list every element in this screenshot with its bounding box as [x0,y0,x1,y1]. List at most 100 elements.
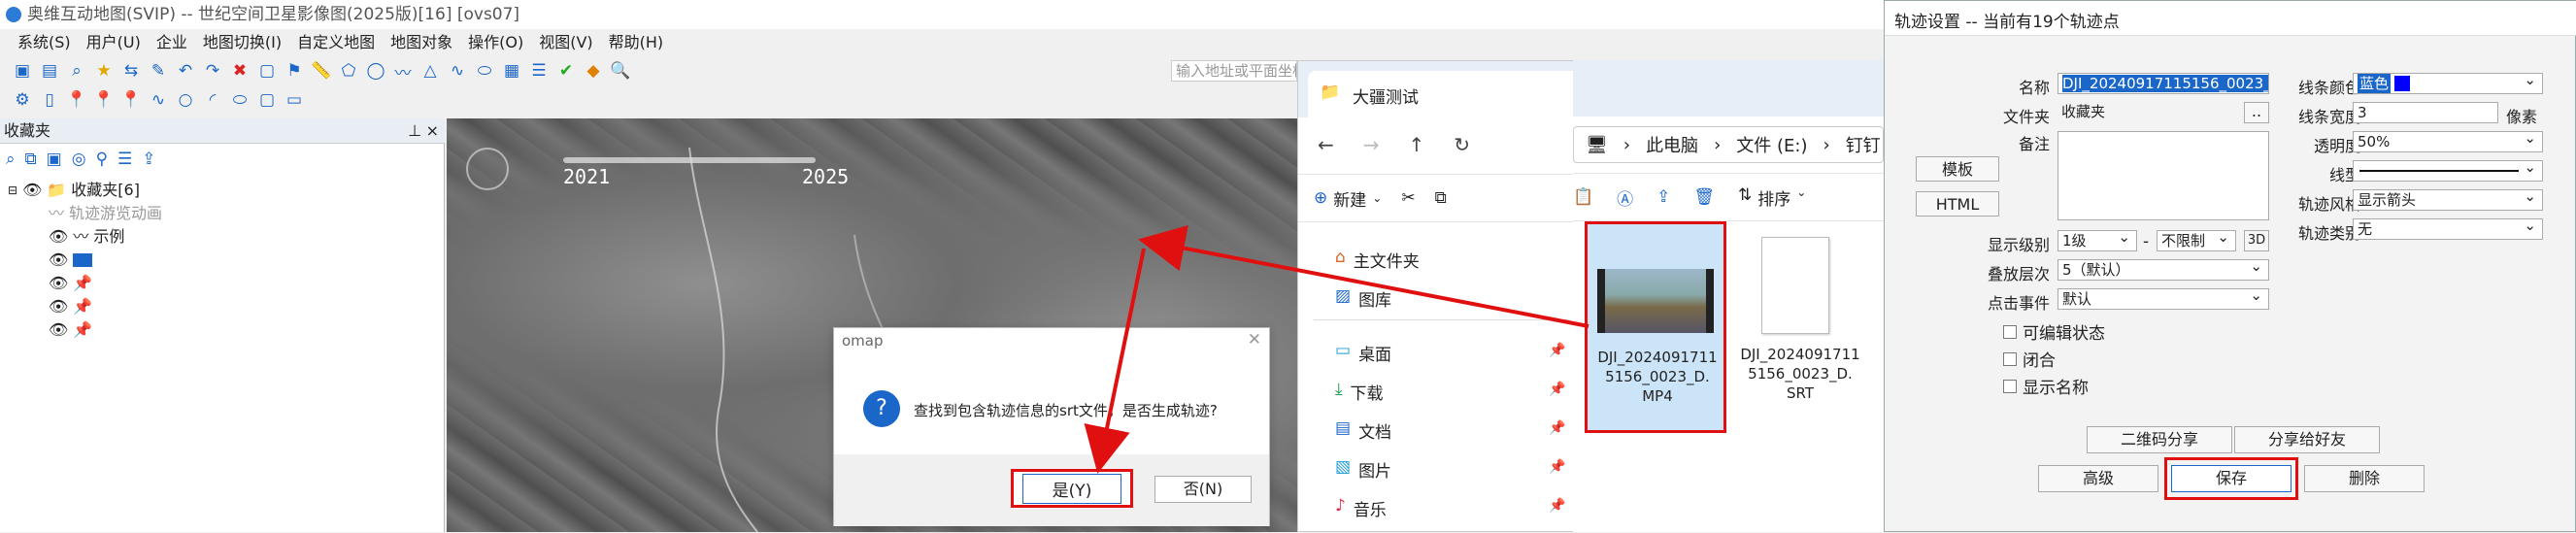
html-button[interactable]: HTML [1916,191,1999,217]
pin-red-icon[interactable]: 📍 [66,89,87,111]
star-icon[interactable]: ★ [93,60,115,82]
circle-tool-icon[interactable]: ○ [175,89,196,111]
explorer-tab[interactable]: 📁 大疆测试 ✕ [1308,71,1599,117]
pin-green-icon[interactable]: 📍 [93,89,115,111]
save-icon[interactable]: ▤ [39,60,60,82]
triangle-icon[interactable]: △ [419,60,441,82]
tree-item[interactable]: 👁 〰 示例 [8,225,162,249]
yes-button[interactable]: 是(Y) [1011,469,1133,508]
share-icon[interactable]: ⇆ [120,60,142,82]
rect-icon[interactable]: ▭ [284,89,305,111]
search-input[interactable]: 输入地址或平面坐标 [1171,60,1297,82]
sort-button[interactable]: ⇅ 排序 ⌄ [1738,185,1806,210]
open-icon[interactable]: ▣ [12,60,33,82]
address-bar[interactable]: 🖥 › 此电脑 › 文件 (E:) › 钉钉 [1573,126,1884,163]
delete-icon[interactable]: ✖ [229,60,251,82]
showname-checkbox[interactable]: 显示名称 [2003,374,2089,398]
alpha-select[interactable]: 50% [2353,128,2543,152]
redo-icon[interactable]: ↷ [202,60,223,82]
line-icon[interactable]: 〰 [392,60,414,83]
collapse-icon[interactable]: ⊟ [8,179,17,202]
folder-field[interactable]: 收藏夹 [2057,102,2240,123]
target-icon[interactable]: ◎ [72,150,86,169]
file-item-mp4[interactable]: DJI_2024091711 5156_0023_D. MP4 [1585,221,1726,433]
layers-icon[interactable]: ▦ [501,60,522,82]
list-icon[interactable]: ☰ [528,60,550,82]
delete-icon[interactable]: 🗑 [1693,187,1715,207]
menu-map-switch[interactable]: 地图切换(I) [199,29,285,56]
folder-add-icon[interactable]: ▣ [47,150,62,169]
rename-icon[interactable]: Ⓐ [1617,185,1633,210]
click-select[interactable]: 默认 [2057,285,2269,310]
menu-map-object[interactable]: 地图对象 [386,29,456,56]
eye-icon[interactable]: 👁 [49,318,68,342]
copy-icon[interactable]: ⧉ [25,150,37,169]
folder-browse-button[interactable]: .. [2244,102,2269,123]
tree-item[interactable]: 👁 📌 [8,272,162,295]
tree-item[interactable]: 〰 轨迹游览动画 [8,202,162,225]
tree-item[interactable]: 👁 📌 [8,295,162,318]
polyline-icon[interactable]: ∿ [148,89,169,111]
tree-item[interactable]: 👁 📌 [8,318,162,342]
style-select[interactable]: 显示箭头 [2353,186,2543,211]
file-item-srt[interactable]: DJI_2024091711 5156_0023_D. SRT [1732,233,1878,427]
editable-checkbox[interactable]: 可编辑状态 [2003,319,2105,344]
breadcrumb-drive[interactable]: 文件 (E:) [1736,132,1807,157]
3d-button[interactable]: 3D [2244,230,2269,251]
breadcrumb-folder[interactable]: 钉钉 [1846,132,1881,157]
name-field[interactable]: DJI_20240917115156_0023_D [2057,73,2269,94]
find-icon[interactable]: 🔍 [610,60,631,82]
forward-icon[interactable]: → [1363,133,1380,156]
arc-icon[interactable]: ◜ [202,89,223,111]
pin-panel-icon[interactable]: ⊥ [408,118,421,144]
nav-item-home[interactable]: ⌂ 主文件夹 [1335,248,1420,272]
eye-icon[interactable]: 👁 [49,225,68,249]
save-button-highlight[interactable]: 保存 [2164,457,2298,500]
settings-icon[interactable]: ⚙ [12,89,33,111]
pin-blue-icon[interactable]: 📍 [120,89,142,111]
breadcrumb-this-pc[interactable]: 此电脑 [1646,132,1698,157]
export-icon[interactable]: ⇪ [142,150,155,169]
nav-item-pictures[interactable]: ▧ 图片 [1335,457,1391,482]
nav-item-downloads[interactable]: ⤓ 下载 [1335,380,1384,404]
nav-item-gallery[interactable]: ▨ 图库 [1335,286,1391,311]
nav-item-documents[interactable]: ▤ 文档 [1335,418,1391,443]
menu-view[interactable]: 视图(V) [535,29,596,56]
share-icon[interactable]: ⇪ [1656,187,1670,207]
paste-icon[interactable]: 📋 [1573,187,1593,207]
cut-icon[interactable]: ✂ [1401,188,1415,208]
check-icon[interactable]: ✔ [555,60,577,82]
search-icon[interactable]: ⌕ [6,150,16,169]
ellipse-tool-icon[interactable]: ⬭ [229,89,251,111]
curve-icon[interactable]: ∿ [447,60,468,82]
tools-icon[interactable]: ✎ [148,60,169,82]
tree-root[interactable]: ⊟ 👁 📁 收藏夹[6] [8,179,162,202]
eye-icon[interactable]: 👁 [49,295,68,318]
color-select[interactable]: 蓝色 [2353,70,2543,94]
template-button[interactable]: 模板 [1916,156,1999,182]
undo-icon[interactable]: ↶ [175,60,196,82]
menu-user[interactable]: 用户(U) [83,29,145,56]
level-select[interactable]: 1级 [2057,227,2137,251]
share-friend-button[interactable]: 分享给好友 [2234,426,2380,453]
marker-icon[interactable]: ⚑ [284,60,305,82]
menu-system[interactable]: 系统(S) [14,29,75,56]
width-field[interactable]: 3 [2353,102,2498,123]
nav-item-music[interactable]: ♪ 音乐 [1335,496,1387,520]
dialog-close-icon[interactable]: ✕ [1248,330,1261,350]
ruler-icon[interactable]: 📏 [311,60,332,82]
back-icon[interactable]: ← [1318,133,1334,156]
menu-help[interactable]: 帮助(H) [605,29,668,56]
new-item-button[interactable]: ⊕ 新建 ⌄ [1314,186,1382,211]
ellipse-icon[interactable]: ⬭ [474,60,495,82]
level-max-select[interactable]: 不限制 [2157,227,2236,251]
copy-icon[interactable]: ⧉ [1435,188,1447,208]
eye-icon[interactable]: 👁 [49,249,68,272]
category-select[interactable]: 无 [2353,216,2543,240]
save-button[interactable]: 保存 [2171,465,2292,492]
circle-icon[interactable]: ◯ [365,60,386,82]
menu-operation[interactable]: 操作(O) [464,29,527,56]
tree-item[interactable]: 👁 [8,249,162,272]
delete-button[interactable]: 删除 [2304,465,2425,492]
qr-share-button[interactable]: 二维码分享 [2087,426,2232,453]
